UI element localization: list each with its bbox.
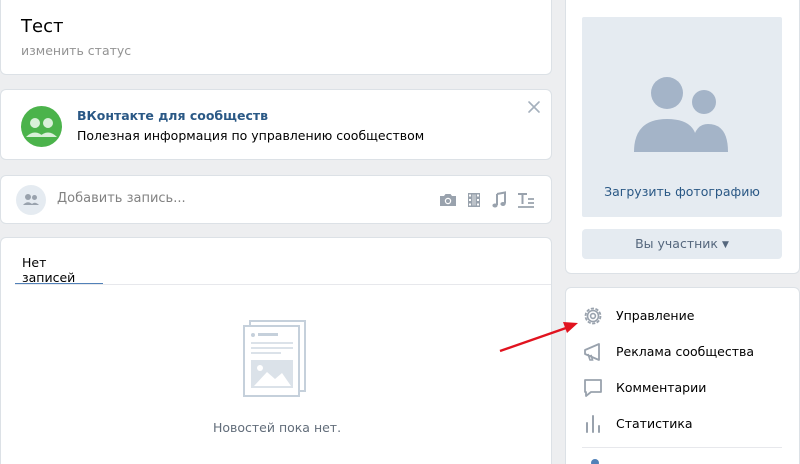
community-photo-card: Загрузить фотографию Вы участник ▼: [565, 0, 800, 274]
avatar: [16, 185, 46, 215]
empty-document-icon: [243, 320, 306, 397]
menu-item-statistics[interactable]: Статистика: [566, 405, 800, 441]
post-input[interactable]: Добавить запись...: [57, 191, 186, 206]
promo-card: ВКонтакте для сообществ Полезная информа…: [0, 89, 552, 160]
menu-item-management[interactable]: Управление: [566, 297, 800, 333]
menu-item-label: Статистика: [616, 416, 693, 431]
promo-text: Полезная информация по управлению сообще…: [77, 128, 425, 143]
megaphone-icon: [584, 343, 600, 361]
close-icon[interactable]: [526, 99, 542, 115]
upload-photo-area[interactable]: Загрузить фотографию: [582, 17, 782, 217]
vk-communities-logo-icon: [21, 106, 62, 147]
wall-card: Нет записей Новостей пока нет.: [0, 237, 552, 464]
menu-item-comments[interactable]: Комментарии: [566, 369, 800, 405]
chevron-down-icon: ▼: [721, 240, 729, 250]
page-title: Тест: [21, 16, 64, 37]
menu-item-label: Комментарии: [616, 380, 707, 395]
text-format-icon[interactable]: [516, 190, 536, 210]
partial-menu-icon: [591, 459, 599, 464]
tab-no-posts[interactable]: Нет записей: [15, 238, 103, 285]
video-film-icon[interactable]: [464, 190, 484, 210]
menu-item-ads[interactable]: Реклама сообщества: [566, 333, 800, 369]
statistics-icon: [586, 415, 600, 433]
comment-icon: [584, 379, 602, 397]
community-menu: Управление Реклама сообщества Комментари…: [565, 287, 800, 464]
membership-button[interactable]: Вы участник ▼: [582, 229, 782, 259]
empty-state-text: Новостей пока нет.: [212, 420, 342, 435]
tab-label: Нет записей: [22, 255, 76, 285]
music-note-icon[interactable]: [489, 190, 509, 210]
page-header-card: Тест изменить статус: [0, 0, 552, 75]
change-status-link[interactable]: изменить статус: [21, 43, 131, 58]
menu-item-label: Реклама сообщества: [616, 344, 755, 359]
community-placeholder-icon: [634, 77, 728, 152]
upload-photo-link[interactable]: Загрузить фотографию: [582, 184, 782, 199]
promo-title[interactable]: ВКонтакте для сообществ: [77, 108, 268, 123]
divider: [582, 447, 782, 448]
membership-button-label: Вы участник: [635, 236, 718, 251]
divider: [15, 284, 551, 285]
camera-icon[interactable]: [438, 190, 458, 210]
community-avatar-icon: [23, 194, 39, 205]
post-composer: Добавить запись...: [0, 175, 552, 224]
gear-icon: [584, 307, 602, 325]
menu-item-label: Управление: [616, 308, 695, 323]
